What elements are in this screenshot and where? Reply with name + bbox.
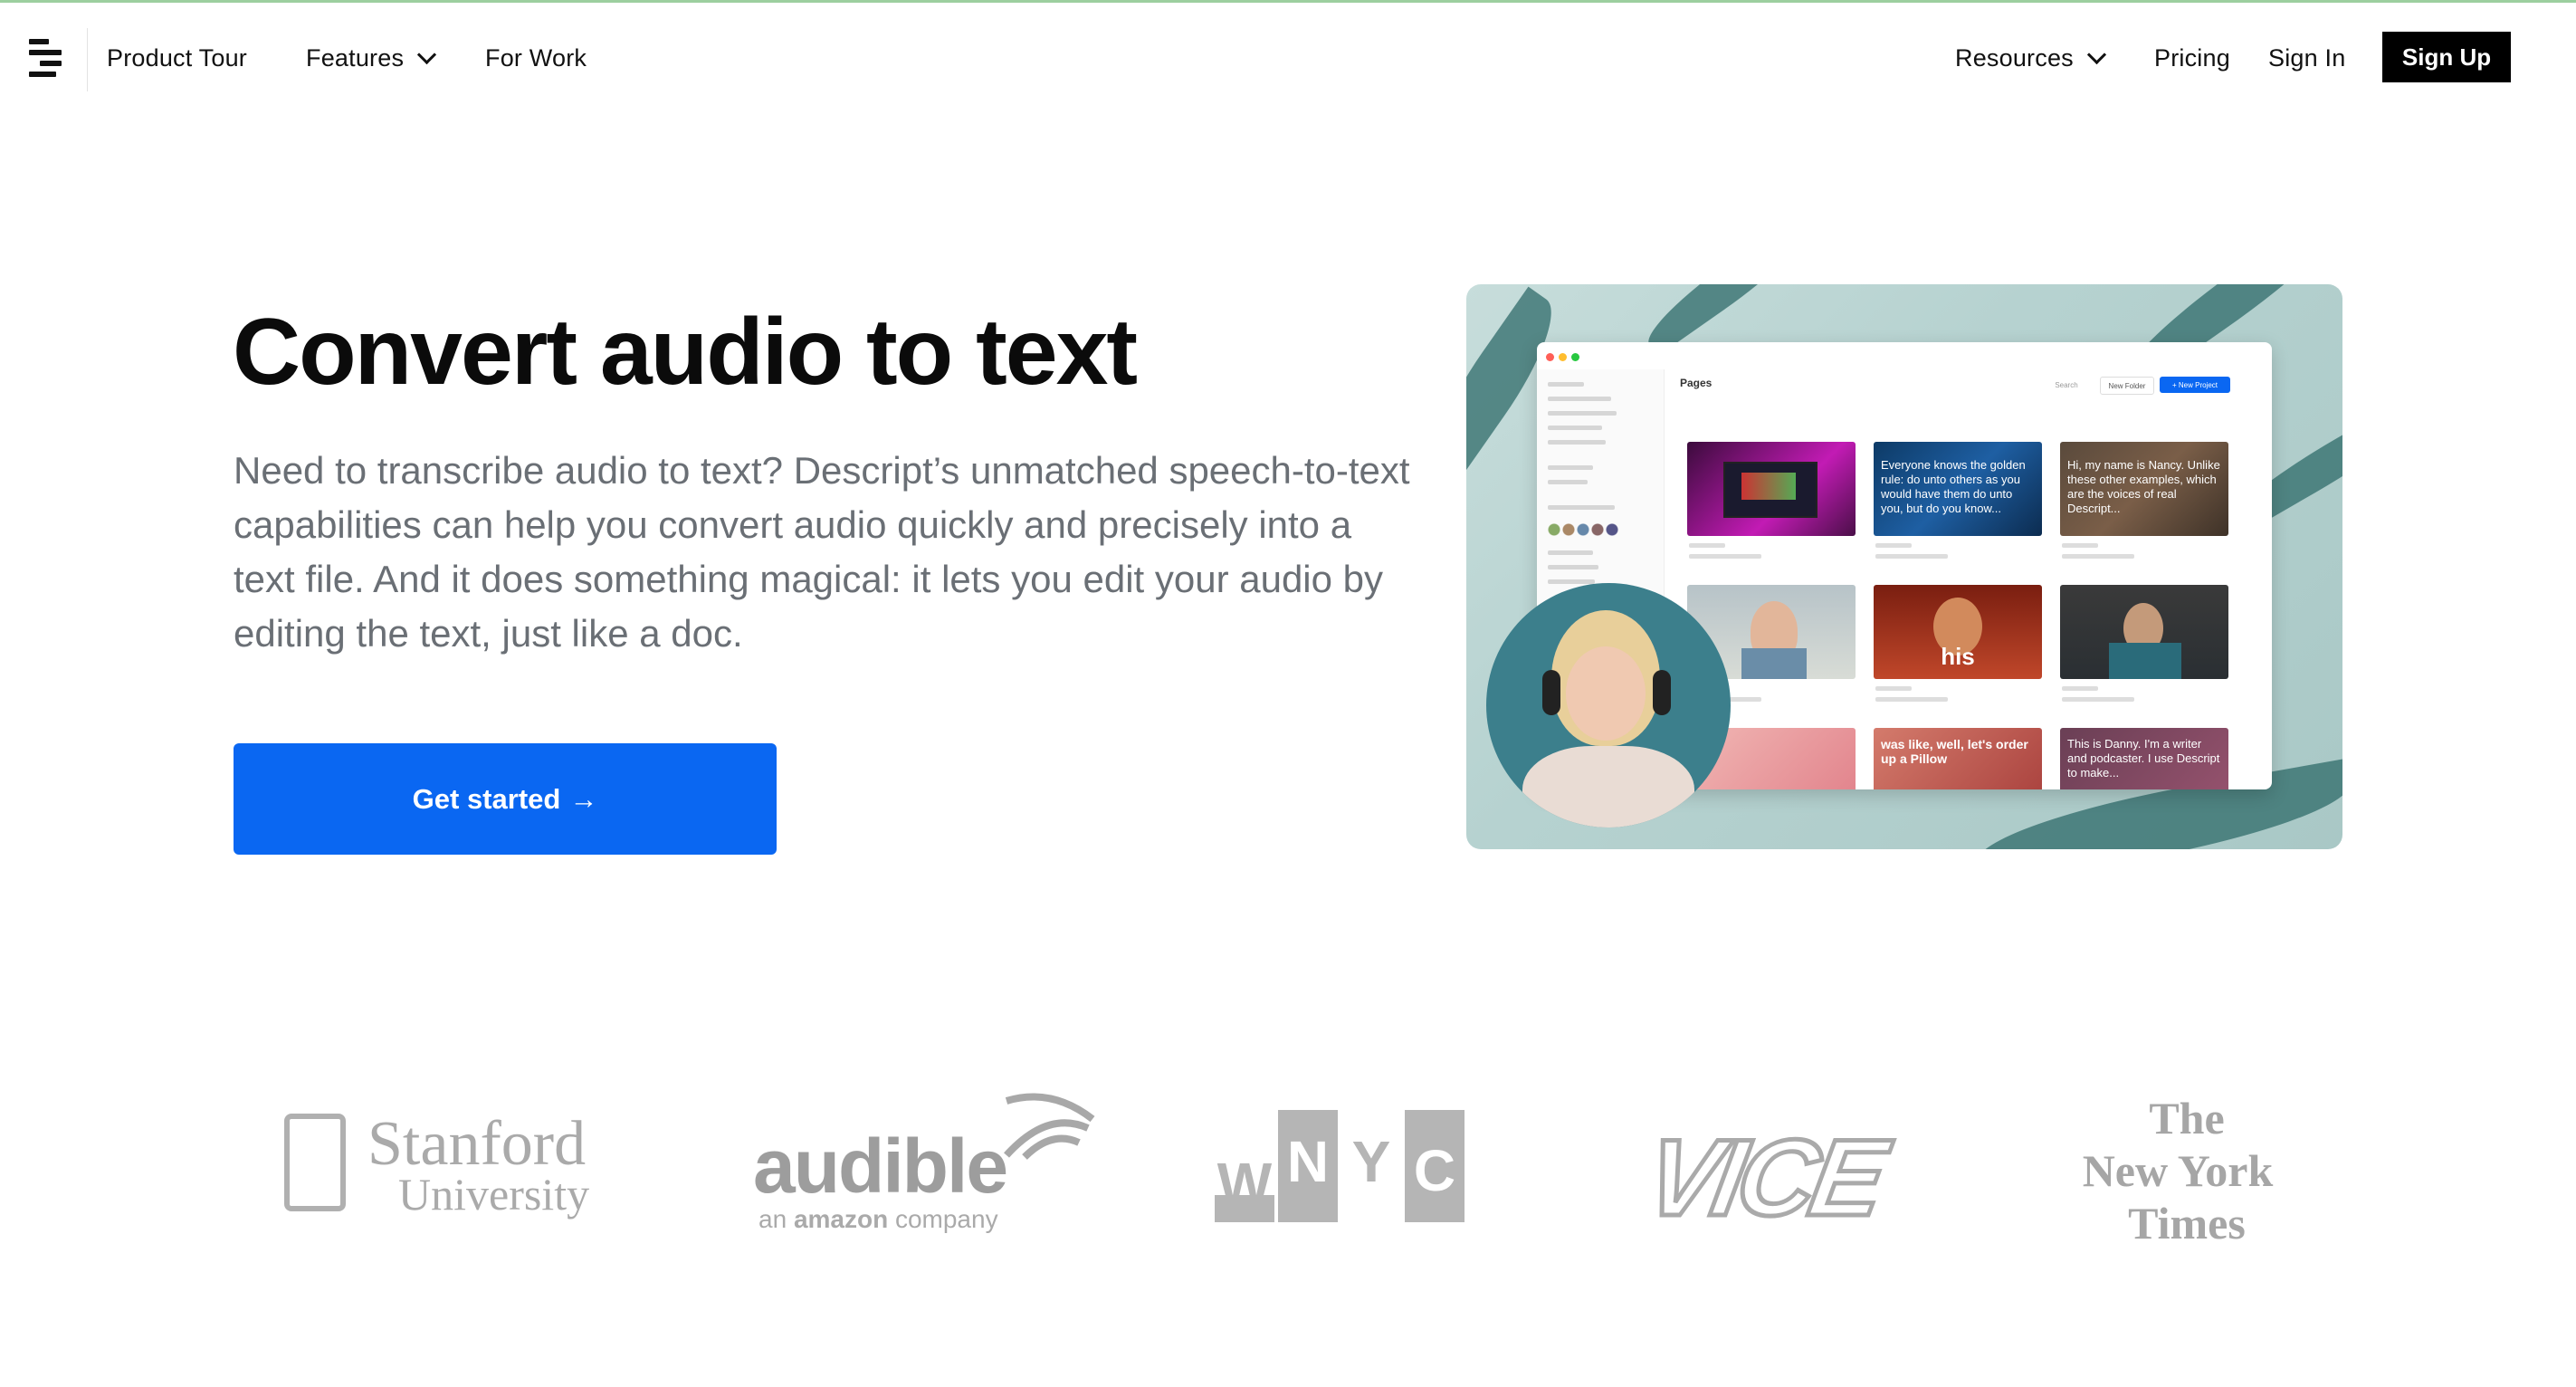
nav-features-label: Features	[306, 44, 405, 72]
project-tile: was like, well, let's order up a Pillow	[1874, 728, 2042, 789]
top-navigation: Product Tour Features For Work Resources…	[0, 3, 2576, 113]
wnyc-letter: C	[1413, 1138, 1456, 1203]
nav-features[interactable]: Features	[306, 44, 437, 72]
project-tile: Hi, my name is Nancy. Unlike these other…	[2060, 442, 2228, 567]
app-new-project-button: + New Project	[2160, 377, 2230, 393]
nav-pricing[interactable]: Pricing	[2154, 44, 2230, 72]
nyt-logo: The New York Times	[2083, 1092, 2277, 1249]
project-tile	[2060, 585, 2228, 710]
arrow-right-icon: →	[569, 782, 598, 815]
stanford-university: University	[398, 1169, 590, 1220]
hero-description: Need to transcribe audio to text? Descri…	[234, 449, 1410, 655]
nav-sign-in[interactable]: Sign In	[2268, 44, 2345, 72]
window-minimize-dot	[1559, 353, 1567, 361]
tile-caption: This is Danny. I'm a writer and podcaste…	[2067, 737, 2220, 780]
nyt-line-1: The	[2149, 1093, 2225, 1143]
nav-product-tour[interactable]: Product Tour	[107, 44, 247, 72]
nav-divider	[87, 28, 88, 91]
customer-logos: Stanford University audible an amazon co…	[0, 1068, 2576, 1286]
project-tile: Everyone knows the golden rule: do unto …	[1874, 442, 2042, 567]
vice-logo: VICE	[1635, 1115, 1893, 1241]
audible-logo: audible an amazon company	[753, 1093, 1095, 1234]
audible-sub-pre: an	[758, 1205, 794, 1233]
nav-resources[interactable]: Resources	[1955, 44, 2106, 72]
tile-caption: Everyone knows the golden rule: do unto …	[1881, 458, 2026, 515]
nyt-line-2: New York	[2082, 1145, 2274, 1196]
audible-signal-icon	[1004, 1093, 1095, 1160]
audible-sub-brand: amazon	[793, 1205, 889, 1233]
tile-caption: his	[1941, 643, 1975, 670]
get-started-label: Get started	[412, 782, 561, 815]
sign-up-button[interactable]: Sign Up	[2382, 32, 2511, 82]
page-title: Convert audio to text	[233, 300, 1138, 405]
project-tile	[1687, 442, 1856, 567]
chevron-down-icon	[2086, 44, 2106, 65]
audible-wordmark: audible	[753, 1124, 1008, 1209]
nyt-line-3: Times	[2128, 1198, 2246, 1248]
stanford-tree-icon	[284, 1114, 346, 1211]
nav-resources-label: Resources	[1955, 44, 2074, 72]
descript-logo-icon[interactable]	[27, 39, 65, 79]
project-tile: This is Danny. I'm a writer and podcaste…	[2060, 728, 2228, 789]
vice-wordmark: VICE	[1635, 1115, 1893, 1241]
app-search: Search	[2055, 380, 2078, 389]
chevron-down-icon	[417, 44, 437, 65]
tile-caption: Hi, my name is Nancy. Unlike these other…	[2067, 458, 2220, 515]
project-tile: his	[1874, 585, 2042, 710]
audible-sub-post: company	[888, 1205, 998, 1233]
get-started-button[interactable]: Get started →	[234, 743, 777, 855]
window-maximize-dot	[1571, 353, 1579, 361]
pages-heading: Pages	[1680, 377, 1713, 389]
wnyc-logo: WNYC	[1215, 1110, 1468, 1222]
app-new-folder-button: New Folder	[2100, 377, 2154, 395]
presenter-avatar	[1486, 583, 1731, 827]
product-screenshot: Pages Search New Folder + New Project Ev…	[1466, 284, 2342, 849]
tile-caption: was like, well, let's order up a Pillow	[1881, 737, 2028, 766]
nav-for-work[interactable]: For Work	[485, 44, 587, 72]
wnyc-letter: N	[1286, 1129, 1330, 1194]
wnyc-letter: Y	[1351, 1129, 1391, 1194]
window-close-dot	[1546, 353, 1554, 361]
